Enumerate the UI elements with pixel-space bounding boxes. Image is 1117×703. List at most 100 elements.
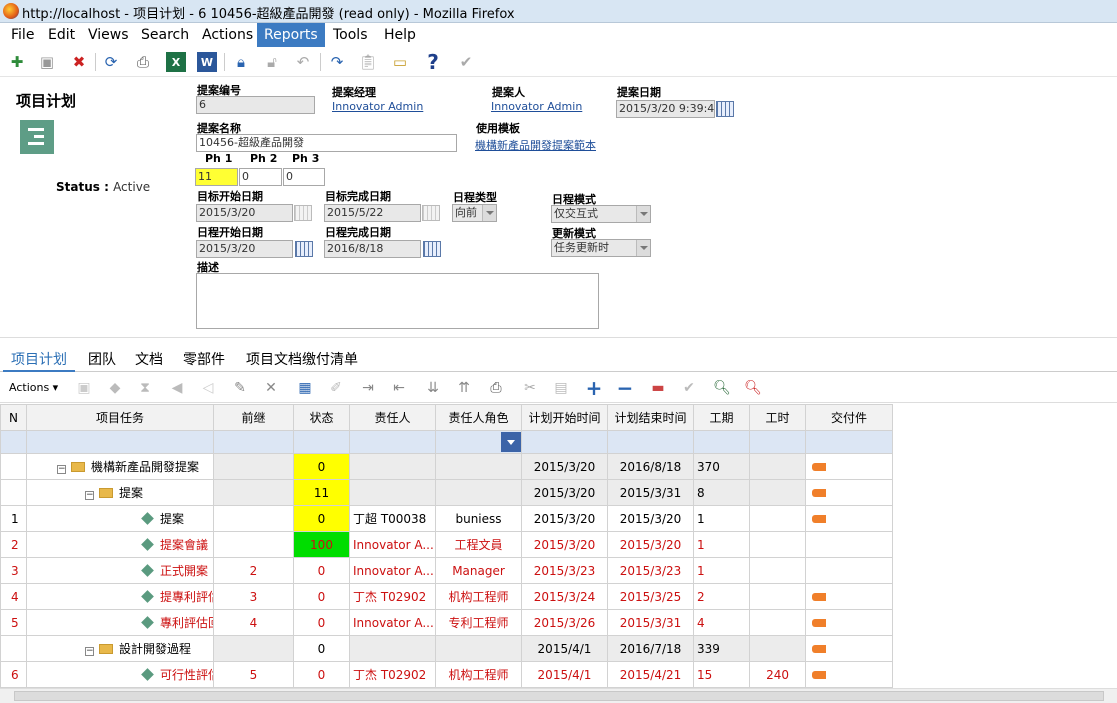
zoom-in-icon[interactable]: 🔍︎ — [712, 379, 732, 397]
grid-cell[interactable] — [349, 635, 436, 662]
lock-icon[interactable]: 🔒︎ — [231, 52, 251, 72]
grid-cell[interactable]: 2015/3/23 — [521, 557, 608, 584]
outdent-icon[interactable]: ⇤ — [389, 379, 409, 397]
grid-cell[interactable]: 0 — [293, 557, 350, 584]
grid-cell[interactable]: 4 — [213, 609, 294, 636]
deliverable-tag-icon[interactable] — [812, 670, 826, 679]
calendar-icon[interactable] — [294, 205, 312, 221]
tag-outline-icon[interactable]: ◁ — [198, 379, 218, 397]
grid-cell[interactable]: 1 — [0, 505, 27, 532]
gantt-icon[interactable]: ▬ — [648, 379, 668, 397]
checkmark-icon[interactable]: ✔ — [456, 52, 476, 72]
grid-cell[interactable]: 100 — [293, 531, 350, 558]
column-header[interactable]: 计划结束时间 — [607, 404, 694, 431]
grid-cell[interactable]: 2015/4/21 — [607, 661, 694, 688]
help-icon[interactable]: ? — [423, 50, 443, 74]
table-row[interactable]: − 設計開發過程 0 2015/4/1 2016/7/18 339 — [0, 635, 893, 662]
table-row[interactable]: 3 正式開案 2 0 Innovator A... Manager 2015/3/23 201… — [0, 557, 893, 584]
grid-cell[interactable]: Manager — [435, 557, 522, 584]
grid-cell[interactable]: 6 — [0, 661, 27, 688]
grid-cell[interactable] — [805, 661, 893, 688]
grid-cell[interactable]: 2015/3/20 — [607, 531, 694, 558]
manager-link[interactable]: Innovator Admin — [332, 100, 423, 113]
grid-cell[interactable] — [0, 635, 27, 662]
grid-cell[interactable]: 2015/4/1 — [521, 635, 608, 662]
name-field[interactable]: 10456-超級產品開發 — [196, 134, 457, 152]
form-view-icon[interactable]: ▭ — [390, 52, 410, 72]
filter-cell[interactable] — [349, 430, 436, 454]
grid-cell[interactable]: 0 — [293, 609, 350, 636]
grid-cell[interactable]: 2 — [0, 531, 27, 558]
grid-cell[interactable]: 2015/3/20 — [521, 505, 608, 532]
sched-start-field[interactable]: 2015/3/20 — [196, 240, 293, 258]
grid-cell[interactable]: 0 — [293, 661, 350, 688]
tab-project-plan[interactable]: 项目计划 — [11, 349, 67, 369]
menu-file[interactable]: File — [8, 23, 37, 47]
filter-cell[interactable] — [749, 430, 806, 454]
grid-cell[interactable] — [749, 557, 806, 584]
grid-cell[interactable] — [349, 453, 436, 480]
grid-cell[interactable] — [805, 635, 893, 662]
grid-cell[interactable]: 2015/3/23 — [607, 557, 694, 584]
grid-cell[interactable]: 2015/3/20 — [521, 453, 608, 480]
column-header[interactable]: 责任人 — [349, 404, 436, 431]
splitter[interactable] — [0, 337, 1117, 340]
menu-help[interactable]: Help — [381, 23, 419, 47]
grid-cell[interactable]: 0 — [293, 505, 350, 532]
grid-cell[interactable]: 2016/8/18 — [607, 453, 694, 480]
actions-dropdown[interactable]: Actions ▾ — [9, 381, 58, 394]
filter-cell[interactable] — [435, 430, 522, 454]
collapse-toggle-icon[interactable]: − — [85, 647, 94, 656]
grid-cell[interactable]: 2015/3/26 — [521, 609, 608, 636]
filter-cell[interactable] — [607, 430, 694, 454]
filter-cell[interactable] — [293, 430, 350, 454]
grid-cell[interactable]: 240 — [749, 661, 806, 688]
column-header[interactable]: 工期 — [693, 404, 750, 431]
grid-cell[interactable]: 正式開案 — [26, 557, 214, 584]
grid-cell[interactable]: 丁杰 T02902 — [349, 661, 436, 688]
grid-cell[interactable]: Innovator A... — [349, 557, 436, 584]
cut-icon[interactable]: ✂ — [520, 379, 540, 397]
edit-icon[interactable]: ✎ — [230, 379, 250, 397]
grid-cell[interactable]: 2015/3/25 — [607, 583, 694, 610]
grid-cell[interactable]: 2015/3/20 — [607, 505, 694, 532]
grid-cell[interactable]: 可行性評估 — [26, 661, 214, 688]
grid-cell[interactable]: − 機構新產品開發提案 — [26, 453, 214, 480]
tab-deliverables-list[interactable]: 项目文档缴付清单 — [246, 349, 358, 369]
grid-cell[interactable]: 0 — [293, 583, 350, 610]
grid-cell[interactable] — [213, 635, 294, 662]
undo-icon[interactable]: ↶ — [293, 52, 313, 72]
chevron-down-icon[interactable] — [636, 206, 650, 222]
deliverable-tag-icon[interactable] — [812, 644, 826, 653]
grid-cell[interactable]: 專利評估回覆 — [26, 609, 214, 636]
ph3-field[interactable]: 0 — [283, 168, 325, 186]
menu-search[interactable]: Search — [138, 23, 192, 47]
refresh-icon[interactable]: ⟳ — [101, 52, 121, 72]
grid-cell[interactable] — [349, 479, 436, 506]
grid-cell[interactable]: 0 — [293, 635, 350, 662]
grid-cell[interactable]: 2 — [213, 557, 294, 584]
grid-cell[interactable]: 机构工程师 — [435, 661, 522, 688]
deliverable-tag-icon[interactable] — [812, 488, 826, 497]
grid-cell[interactable]: 3 — [0, 557, 27, 584]
deliverable-tag-icon[interactable] — [812, 514, 826, 523]
collapse-all-icon[interactable]: − — [615, 376, 635, 400]
menu-views[interactable]: Views — [85, 23, 132, 47]
scrollbar-thumb[interactable] — [14, 691, 1104, 701]
column-header[interactable]: 前继 — [213, 404, 294, 431]
grid-cell[interactable] — [749, 531, 806, 558]
grid-cell[interactable]: 2015/4/1 — [521, 661, 608, 688]
grid-cell[interactable] — [213, 531, 294, 558]
filter-cell[interactable] — [26, 430, 214, 454]
indent-icon[interactable]: ⇥ — [358, 379, 378, 397]
grid-cell[interactable] — [805, 609, 893, 636]
link-icon[interactable]: ✐ — [326, 379, 346, 397]
table-row[interactable]: 4 提專利評估需 3 0 丁杰 T02902 机构工程师 2015/3/24 2015/3/2… — [0, 583, 893, 610]
table-row[interactable]: − 提案 11 2015/3/20 2015/3/31 8 — [0, 479, 893, 506]
grid-cell[interactable]: 工程文員 — [435, 531, 522, 558]
template-link[interactable]: 機構新產品開發提案範本 — [475, 137, 596, 153]
table-row[interactable]: 5 專利評估回覆 4 0 Innovator A... 专利工程师 2015/3/26 201… — [0, 609, 893, 636]
grid-cell[interactable]: Innovator A... — [349, 609, 436, 636]
chevron-down-icon[interactable] — [636, 240, 650, 256]
grid-cell[interactable]: 1 — [693, 557, 750, 584]
